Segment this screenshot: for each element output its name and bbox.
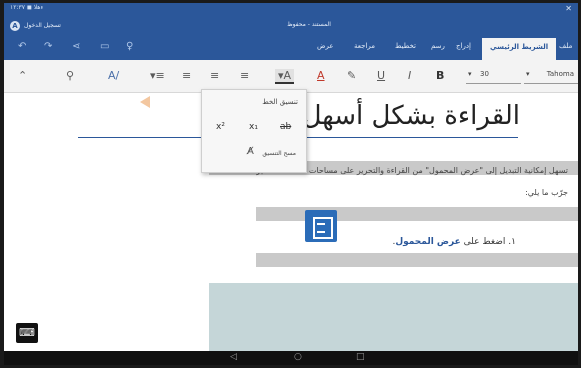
list-item[interactable]: ١. اضغط على عرض المحمول. <box>392 237 516 247</box>
redo-icon[interactable]: ↷ <box>44 41 52 52</box>
font-size-value: 30 <box>480 70 489 78</box>
step-bold-text: عرض المحمول <box>395 237 461 247</box>
tab-insert[interactable]: إدراج <box>456 42 471 50</box>
align-center-icon[interactable]: ≡ <box>210 69 219 82</box>
grey-band <box>256 253 578 267</box>
italic-button[interactable]: I <box>408 69 411 82</box>
clear-formatting-icon: A̸ <box>247 146 254 157</box>
title-bar: ءهلا ◼ ١٢:٣٧ ✕ A تسجيل الدخول المستند - … <box>4 3 578 35</box>
align-left-icon[interactable]: ≡ <box>240 69 249 82</box>
chevron-down-icon: ▾ <box>468 70 472 78</box>
tab-draw[interactable]: رسم <box>431 42 445 50</box>
font-size-field[interactable]: 30 ▾ <box>466 70 521 84</box>
document-title: المستند - محفوظ <box>287 21 331 28</box>
navigation-bar: ◁ ○ □ <box>4 351 578 365</box>
back-icon[interactable]: ◁ <box>230 352 237 362</box>
font-formatting-menu: تنسيق الخط x² x₁ ab A̸ مسح التنسيق <box>201 89 307 173</box>
body-paragraph-try[interactable]: جرّب ما يلي: <box>525 188 568 197</box>
share-icon[interactable]: ⋖ <box>72 41 80 52</box>
mobile-view-icon <box>305 210 337 242</box>
lightbulb-icon[interactable]: ♀ <box>126 41 133 52</box>
font-color-letter: A <box>283 69 292 82</box>
tab-file[interactable]: ملف <box>559 42 572 50</box>
subscript-button[interactable]: x₁ <box>249 122 258 132</box>
underline-button[interactable]: U <box>377 69 385 82</box>
font-formatting-button[interactable]: ▾A <box>275 69 295 84</box>
close-icon[interactable]: ✕ <box>565 4 572 13</box>
home-icon[interactable]: ○ <box>294 352 302 362</box>
callout-arrow-icon <box>140 96 150 108</box>
undo-icon[interactable]: ↶ <box>18 41 26 52</box>
tab-home[interactable]: الشريط الرئيسي <box>482 38 557 60</box>
sign-in-link[interactable]: تسجيل الدخول <box>24 22 61 29</box>
chevron-down-icon: ▾ <box>526 70 530 78</box>
font-name-field[interactable]: ▾ Tahoma <box>524 70 578 84</box>
font-color-button[interactable]: A <box>317 69 325 82</box>
avatar[interactable]: A <box>10 21 20 31</box>
paragraph-options-icon[interactable]: ▾≡ <box>150 69 165 82</box>
superscript-button[interactable]: x² <box>216 122 225 132</box>
recents-icon[interactable]: □ <box>356 352 365 362</box>
ribbon-tabs-row: ↶ ↷ ⋖ ▭ ♀ ملف الشريط الرئيسي إدراج رسم ت… <box>4 35 578 60</box>
highlight-pen-icon[interactable]: ✎ <box>347 69 356 82</box>
teal-panel <box>209 283 578 351</box>
list-number: ١. <box>508 237 516 247</box>
reading-view-icon[interactable]: ▭ <box>100 41 109 52</box>
tab-view[interactable]: عرض <box>317 42 334 50</box>
status-bar-text: ءهلا ◼ ١٢:٣٧ <box>10 4 44 11</box>
search-icon[interactable]: ⚲ <box>66 69 74 82</box>
keyboard-icon[interactable]: ⌨ <box>16 323 38 343</box>
clear-formatting-button[interactable]: مسح التنسيق <box>262 150 296 157</box>
step-text: اضغط على <box>463 237 506 247</box>
strikethrough-button[interactable]: ab <box>280 122 291 132</box>
app-window: ءهلا ◼ ١٢:٣٧ ✕ A تسجيل الدخول المستند - … <box>4 3 578 365</box>
tab-review[interactable]: مراجعة <box>354 42 375 50</box>
tab-layout[interactable]: تخطيط <box>395 42 416 50</box>
font-name-value: Tahoma <box>546 70 574 78</box>
collapse-ribbon-icon[interactable]: ⌃ <box>18 69 27 82</box>
menu-title: تنسيق الخط <box>262 98 298 106</box>
styles-icon[interactable]: A/ <box>108 69 119 82</box>
bold-button[interactable]: B <box>436 69 444 82</box>
align-right-icon[interactable]: ≡ <box>182 69 191 82</box>
